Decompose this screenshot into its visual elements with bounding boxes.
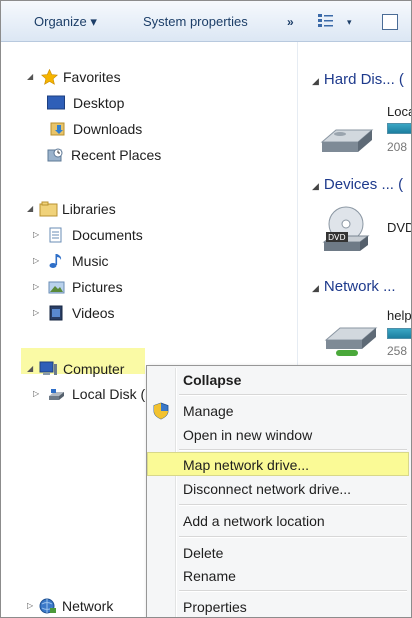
more-commands-button[interactable]: »	[287, 13, 294, 31]
videos-icon	[48, 305, 65, 321]
menu-separator	[179, 536, 407, 538]
group-label: Network ...	[323, 278, 396, 295]
preview-pane-icon[interactable]	[382, 14, 398, 30]
pictures-icon	[48, 279, 65, 295]
group-label: Devices ... (	[323, 176, 404, 193]
group-label: Hard Dis... (	[323, 71, 404, 88]
nav-item-videos[interactable]: ▷ Videos	[1, 302, 297, 324]
documents-icon	[48, 227, 65, 243]
nav-item-documents[interactable]: ▷ Documents	[1, 224, 297, 246]
collapsed-arrow-icon[interactable]: ▷	[33, 276, 43, 298]
drive-label: help	[387, 308, 412, 323]
network-icon	[39, 598, 56, 614]
star-icon	[40, 68, 59, 85]
menu-separator	[179, 590, 407, 592]
downloads-folder-icon	[50, 121, 67, 137]
desktop-icon	[47, 95, 65, 111]
drive-usage-bar	[387, 328, 411, 339]
nav-label: Libraries	[62, 201, 116, 217]
dvd-drive-icon: DVD	[322, 204, 370, 254]
drive-label: Loca	[387, 104, 411, 119]
drive-size: 208	[387, 140, 408, 154]
group-hard-disks[interactable]: ◢ Hard Dis... (	[312, 71, 404, 88]
nav-item-downloads[interactable]: Downloads	[1, 118, 297, 140]
menu-item-add-network-location[interactable]: Add a network location	[183, 510, 325, 532]
menu-item-disconnect-network-drive[interactable]: Disconnect network drive...	[183, 478, 351, 500]
nav-label: Music	[72, 253, 109, 269]
drive-usage-bar	[387, 123, 411, 134]
organize-button[interactable]: Organize ▾	[34, 13, 97, 31]
command-bar: Organize ▾ System properties » ▾	[1, 1, 411, 42]
collapsed-arrow-icon[interactable]: ▷	[33, 383, 43, 405]
view-dropdown-arrow[interactable]: ▾	[347, 13, 352, 31]
nav-label: Videos	[72, 305, 115, 321]
nav-label: Desktop	[73, 95, 125, 111]
group-devices[interactable]: ◢ Devices ... (	[312, 176, 403, 193]
collapsed-arrow-icon[interactable]: ▷	[33, 224, 43, 246]
nav-favorites[interactable]: ◢ Favorites	[1, 66, 297, 88]
music-icon	[48, 253, 65, 269]
nav-label: Downloads	[73, 121, 143, 137]
menu-item-properties[interactable]: Properties	[183, 596, 247, 617]
collapsed-arrow-icon[interactable]: ▷	[27, 595, 37, 617]
nav-label: Computer	[63, 361, 125, 377]
system-properties-button[interactable]: System properties	[143, 13, 248, 31]
nav-label: Documents	[72, 227, 143, 243]
menu-item-map-network-drive[interactable]: Map network drive...	[183, 454, 309, 476]
nav-item-pictures[interactable]: ▷ Pictures	[1, 276, 297, 298]
menu-separator	[179, 449, 407, 451]
hard-drive-icon	[318, 120, 376, 158]
nav-item-music[interactable]: ▷ Music	[1, 250, 297, 272]
nav-item-recent-places[interactable]: Recent Places	[1, 144, 297, 166]
change-view-icon[interactable]	[317, 12, 335, 30]
menu-item-rename[interactable]: Rename	[183, 565, 236, 587]
collapsed-arrow-icon[interactable]: ▷	[33, 250, 43, 272]
computer-icon	[39, 361, 57, 377]
expanded-arrow-icon[interactable]: ◢	[312, 76, 319, 86]
nav-libraries[interactable]: ◢ Libraries	[1, 198, 297, 220]
drive-label: DVD	[387, 220, 412, 235]
nav-label: Local Disk (	[72, 386, 146, 402]
collapsed-arrow-icon[interactable]: ▷	[33, 302, 43, 324]
drive-icon	[48, 386, 65, 402]
recent-places-icon	[47, 147, 64, 163]
nav-label: Recent Places	[71, 147, 162, 163]
menu-item-delete[interactable]: Delete	[183, 542, 223, 564]
nav-label: Network	[62, 598, 114, 614]
svg-text:DVD: DVD	[328, 233, 346, 242]
nav-label: Favorites	[63, 69, 121, 85]
libraries-icon	[39, 201, 58, 217]
explorer-window: Organize ▾ System properties » ▾ ◢ Favor…	[0, 0, 412, 618]
menu-separator	[179, 504, 407, 506]
expanded-arrow-icon[interactable]: ◢	[312, 283, 319, 293]
menu-separator	[179, 394, 407, 396]
menu-gutter	[175, 368, 177, 617]
nav-item-desktop[interactable]: Desktop	[1, 92, 297, 114]
menu-item-manage[interactable]: Manage	[183, 400, 234, 422]
drive-size: 258	[387, 344, 408, 358]
menu-item-collapse[interactable]: Collapse	[183, 369, 241, 391]
expanded-arrow-icon[interactable]: ◢	[312, 181, 319, 191]
network-drive-icon	[322, 320, 380, 360]
shield-icon	[153, 402, 169, 420]
expanded-arrow-icon[interactable]: ◢	[27, 66, 37, 88]
expanded-arrow-icon[interactable]: ◢	[27, 358, 37, 380]
expanded-arrow-icon[interactable]: ◢	[27, 198, 37, 220]
nav-label: Pictures	[72, 279, 123, 295]
group-network-locations[interactable]: ◢ Network ...	[312, 278, 396, 295]
menu-item-open-new-window[interactable]: Open in new window	[183, 424, 312, 446]
context-menu: Collapse Manage Open in new window Map n…	[146, 365, 411, 617]
